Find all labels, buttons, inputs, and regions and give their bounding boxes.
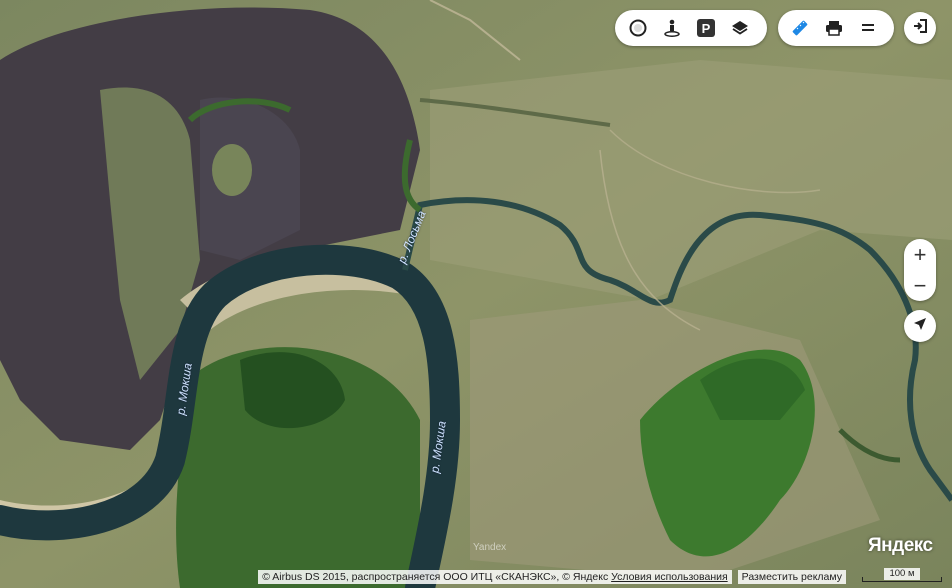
yandex-watermark: Yandex <box>473 542 507 553</box>
scale-label: 100 м <box>884 568 920 580</box>
satellite-map[interactable] <box>0 0 952 588</box>
zoom-controls: + − <box>904 239 936 301</box>
yandex-logo[interactable]: Яндекс <box>868 535 933 557</box>
menu-icon <box>858 18 878 38</box>
map-footer: © Airbus DS 2015, распространяется ООО И… <box>258 570 846 584</box>
location-arrow-icon <box>912 316 928 337</box>
traffic-icon <box>628 18 648 38</box>
print-button[interactable] <box>817 10 851 46</box>
zoom-in-button[interactable]: + <box>904 239 936 270</box>
advertise-link[interactable]: Разместить рекламу <box>737 570 846 584</box>
panorama-person-icon <box>662 18 682 38</box>
print-icon <box>824 18 844 38</box>
attribution-text: © Airbus DS 2015, распространяется ООО И… <box>262 571 609 583</box>
geolocation-button[interactable] <box>904 310 936 342</box>
traffic-button[interactable] <box>621 10 655 46</box>
map-tools-group: P <box>615 10 767 46</box>
exit-icon <box>911 17 929 40</box>
exit-button[interactable] <box>904 12 936 44</box>
zoom-out-button[interactable]: − <box>904 270 936 301</box>
attribution: © Airbus DS 2015, распространяется ООО И… <box>258 570 732 584</box>
scale-bar: 100 м <box>862 568 942 582</box>
layers-button[interactable] <box>723 10 757 46</box>
ruler-icon <box>790 18 810 38</box>
parking-button[interactable]: P <box>689 10 723 46</box>
terms-link[interactable]: Условия использования <box>611 571 728 583</box>
layers-icon <box>730 18 750 38</box>
ruler-button[interactable] <box>783 10 817 46</box>
parking-icon: P <box>697 19 715 37</box>
service-tools-group <box>778 10 894 46</box>
menu-button[interactable] <box>851 10 885 46</box>
panorama-button[interactable] <box>655 10 689 46</box>
